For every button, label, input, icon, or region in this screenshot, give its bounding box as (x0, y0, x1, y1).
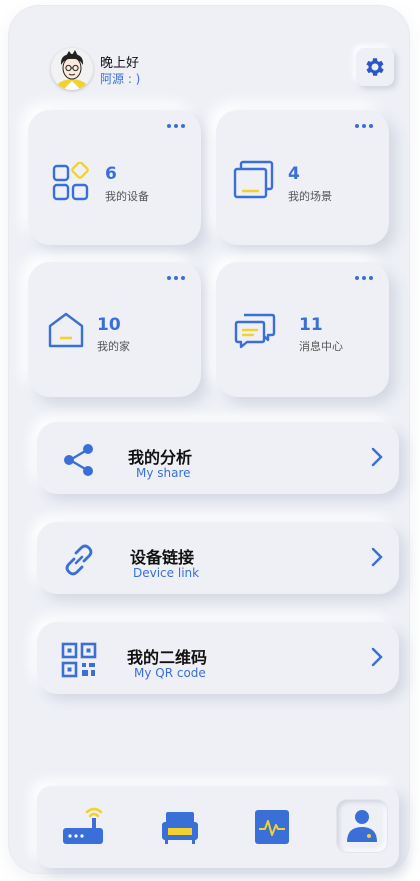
scene-count: 4 (288, 164, 300, 184)
qr-code-icon (61, 642, 97, 678)
home-label: 我的家 (97, 340, 130, 353)
my-share-row[interactable]: 我的分析 My share (37, 422, 399, 494)
user-profile-icon (347, 810, 377, 842)
chevron-right-icon (371, 647, 383, 667)
app-screen: 晚上好 阿源 : ) 6 我的设备 4 我的场景 10 我的家 11 消息中心 … (9, 6, 409, 873)
activity-monitor-icon (255, 810, 289, 844)
share-icon (64, 444, 93, 476)
tab-home-sofa[interactable] (155, 800, 205, 852)
scene-label: 我的场景 (288, 190, 332, 203)
header: 晚上好 阿源 : ) (51, 48, 396, 92)
tab-router[interactable] (57, 800, 107, 852)
more-options-icon[interactable] (167, 276, 185, 282)
device-link-row[interactable]: 设备链接 Device link (37, 522, 399, 594)
scene-windows-icon (233, 160, 274, 199)
row-title: 我的二维码 (127, 648, 208, 667)
card-my-devices[interactable]: 6 我的设备 (28, 110, 201, 245)
card-my-scenes[interactable]: 4 我的场景 (216, 110, 389, 245)
row-title: 设备链接 (130, 548, 195, 567)
message-label: 消息中心 (299, 340, 343, 353)
device-label: 我的设备 (105, 190, 149, 203)
chevron-right-icon (371, 547, 383, 567)
chat-bubbles-icon (234, 313, 276, 349)
home-count: 10 (97, 315, 121, 335)
more-options-icon[interactable] (167, 124, 185, 130)
card-my-home[interactable]: 10 我的家 (28, 262, 201, 397)
row-subtitle: My QR code (134, 666, 206, 680)
more-options-icon[interactable] (355, 124, 373, 130)
router-wifi-icon (63, 807, 103, 844)
avatar[interactable] (51, 48, 93, 90)
row-subtitle: Device link (133, 566, 200, 580)
bottom-tab-bar (37, 786, 399, 868)
tab-profile[interactable] (337, 800, 387, 852)
card-message-center[interactable]: 11 消息中心 (216, 262, 389, 397)
gear-icon (366, 58, 384, 76)
device-count: 6 (105, 164, 117, 184)
more-options-icon[interactable] (355, 276, 373, 282)
chevron-right-icon (371, 447, 383, 467)
my-qr-code-row[interactable]: 我的二维码 My QR code (37, 622, 399, 694)
home-icon (48, 312, 84, 348)
message-count: 11 (299, 315, 323, 335)
link-icon (65, 544, 93, 576)
row-title: 我的分析 (128, 448, 193, 467)
sofa-icon (162, 812, 198, 844)
devices-grid-icon (52, 162, 89, 201)
settings-button[interactable] (356, 48, 394, 86)
greeting-text: 晚上好 (100, 56, 140, 71)
username-text: 阿源 : ) (100, 72, 141, 86)
row-subtitle: My share (136, 466, 191, 480)
tab-activity[interactable] (247, 800, 297, 852)
